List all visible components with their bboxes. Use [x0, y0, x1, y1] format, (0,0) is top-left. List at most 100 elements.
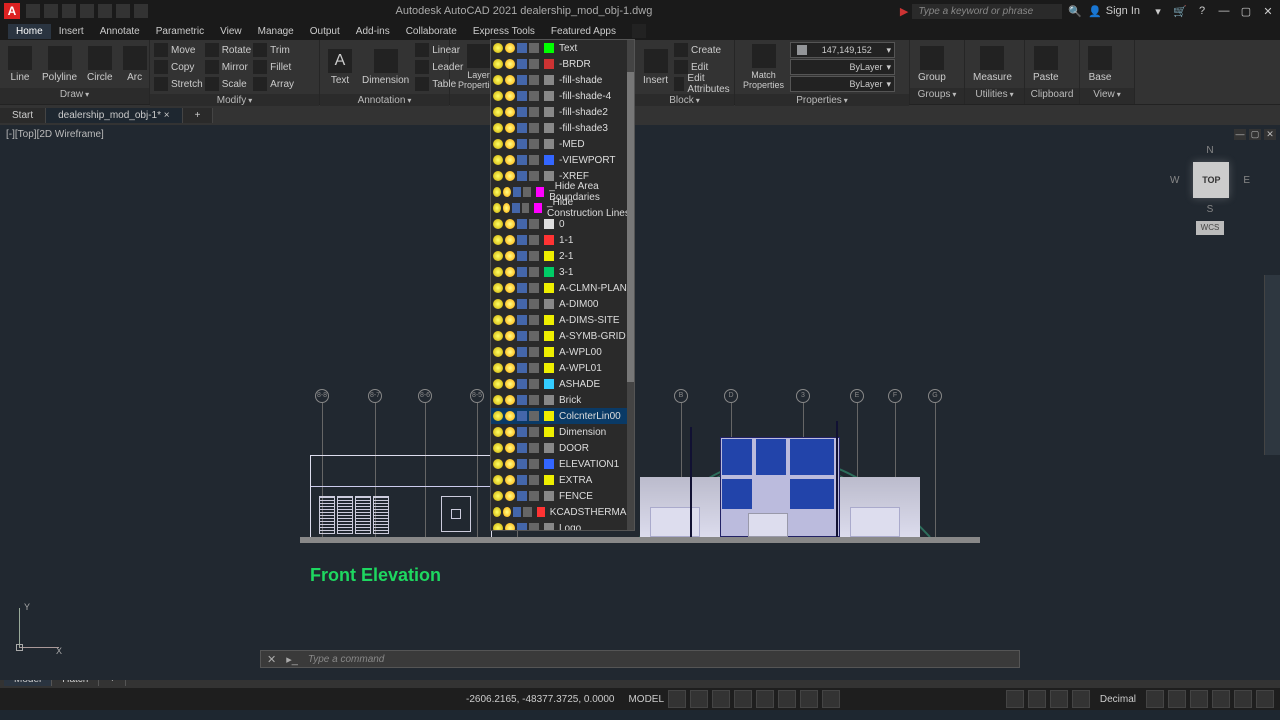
- freeze-icon[interactable]: [505, 235, 515, 245]
- match-properties-button[interactable]: Match Properties: [739, 42, 788, 92]
- user-icon[interactable]: 👤: [1088, 5, 1102, 18]
- plot-icon[interactable]: [529, 91, 539, 101]
- arc-button[interactable]: Arc: [119, 44, 151, 85]
- layer-item[interactable]: DOOR: [491, 440, 634, 456]
- lock-icon[interactable]: [517, 123, 527, 133]
- copy-button[interactable]: Copy: [154, 59, 203, 75]
- layer-item[interactable]: ASHADE: [491, 376, 634, 392]
- plot-icon[interactable]: [529, 251, 539, 261]
- bulb-icon[interactable]: [493, 91, 503, 101]
- layer-item[interactable]: KCADSTHERMAL: [491, 504, 634, 520]
- freeze-icon[interactable]: [505, 43, 515, 53]
- color-select[interactable]: 147,149,152▾: [790, 42, 895, 58]
- isolate-icon[interactable]: [1190, 690, 1208, 708]
- navigation-bar[interactable]: [1264, 275, 1280, 455]
- polyline-button[interactable]: Polyline: [38, 44, 81, 85]
- freeze-icon[interactable]: [505, 171, 515, 181]
- lock-icon[interactable]: [517, 427, 527, 437]
- lock-icon[interactable]: [517, 283, 527, 293]
- tab-annotate[interactable]: Annotate: [92, 24, 148, 39]
- layer-item[interactable]: -VIEWPORT: [491, 152, 634, 168]
- lock-icon[interactable]: [517, 379, 527, 389]
- lock-icon[interactable]: [517, 267, 527, 277]
- freeze-icon[interactable]: [505, 379, 515, 389]
- lock-icon[interactable]: [513, 507, 521, 517]
- qat-new-icon[interactable]: [26, 4, 40, 18]
- bulb-icon[interactable]: [493, 491, 503, 501]
- lock-icon[interactable]: [512, 203, 520, 213]
- scale-button[interactable]: Scale: [205, 76, 251, 92]
- linetype-select[interactable]: ByLayer▾: [790, 76, 895, 92]
- search-icon[interactable]: 🔍: [1068, 5, 1082, 18]
- freeze-icon[interactable]: [505, 475, 515, 485]
- scale-icon[interactable]: [1028, 690, 1046, 708]
- bulb-icon[interactable]: [493, 107, 503, 117]
- bulb-icon[interactable]: [493, 443, 503, 453]
- freeze-icon[interactable]: [505, 491, 515, 501]
- lock-icon[interactable]: [517, 251, 527, 261]
- plot-icon[interactable]: [529, 59, 539, 69]
- freeze-icon[interactable]: [505, 267, 515, 277]
- cmd-close-icon[interactable]: ✕: [261, 653, 282, 666]
- tab-parametric[interactable]: Parametric: [148, 24, 212, 39]
- layer-item[interactable]: Text: [491, 40, 634, 56]
- viewcube[interactable]: N WTOPE S WCS: [1170, 145, 1250, 235]
- layer-item[interactable]: A-WPL00: [491, 344, 634, 360]
- plot-icon[interactable]: [529, 139, 539, 149]
- freeze-icon[interactable]: [505, 347, 515, 357]
- bulb-icon[interactable]: [493, 507, 501, 517]
- search-input[interactable]: Type a keyword or phrase: [912, 4, 1062, 19]
- lock-icon[interactable]: [517, 43, 527, 53]
- layer-dropdown-list[interactable]: Text -BRDR -fill-shade -fill-shade-4 -fi…: [490, 39, 635, 531]
- layer-item[interactable]: -fill-shade-4: [491, 88, 634, 104]
- lock-icon[interactable]: [517, 107, 527, 117]
- layer-item[interactable]: Dimension: [491, 424, 634, 440]
- freeze-icon[interactable]: [505, 139, 515, 149]
- bulb-icon[interactable]: [493, 427, 503, 437]
- rotate-button[interactable]: Rotate: [205, 42, 251, 58]
- bulb-icon[interactable]: [493, 459, 503, 469]
- create-button[interactable]: Create: [674, 42, 733, 58]
- transparency-icon[interactable]: [822, 690, 840, 708]
- signin-link[interactable]: Sign In: [1106, 5, 1140, 17]
- plot-icon[interactable]: [529, 219, 539, 229]
- bulb-icon[interactable]: [493, 347, 503, 357]
- freeze-icon[interactable]: [503, 187, 511, 197]
- bulb-icon[interactable]: [493, 475, 503, 485]
- freeze-icon[interactable]: [503, 507, 511, 517]
- bulb-icon[interactable]: [493, 523, 503, 531]
- osnap-icon[interactable]: [756, 690, 774, 708]
- layer-item[interactable]: -MED: [491, 136, 634, 152]
- freeze-icon[interactable]: [505, 219, 515, 229]
- freeze-icon[interactable]: [505, 251, 515, 261]
- lock-icon[interactable]: [517, 395, 527, 405]
- lock-icon[interactable]: [513, 187, 521, 197]
- tab-close-icon[interactable]: ×: [164, 110, 170, 121]
- bulb-icon[interactable]: [493, 251, 503, 261]
- layer-item[interactable]: -fill-shade3: [491, 120, 634, 136]
- plot-icon[interactable]: [529, 523, 539, 531]
- wcs-badge[interactable]: WCS: [1196, 221, 1224, 235]
- lock-icon[interactable]: [517, 91, 527, 101]
- lock-icon[interactable]: [517, 347, 527, 357]
- fillet-button[interactable]: Fillet: [253, 59, 294, 75]
- annomon-icon[interactable]: [1072, 690, 1090, 708]
- plot-icon[interactable]: [529, 107, 539, 117]
- plot-icon[interactable]: [529, 299, 539, 309]
- lock-icon[interactable]: [517, 475, 527, 485]
- plot-icon[interactable]: [529, 283, 539, 293]
- plot-icon[interactable]: [529, 75, 539, 85]
- freeze-icon[interactable]: [505, 283, 515, 293]
- insert-button[interactable]: Insert: [639, 47, 672, 88]
- plot-icon[interactable]: [529, 171, 539, 181]
- command-line[interactable]: ✕ ▸_ Type a command: [260, 650, 1020, 668]
- bulb-icon[interactable]: [493, 283, 503, 293]
- layer-item[interactable]: 3-1: [491, 264, 634, 280]
- layer-item[interactable]: ELEVATION1: [491, 456, 634, 472]
- bulb-icon[interactable]: [493, 187, 501, 197]
- bulb-icon[interactable]: [493, 411, 503, 421]
- vp-close-icon[interactable]: ✕: [1264, 129, 1276, 140]
- bulb-icon[interactable]: [493, 59, 503, 69]
- tab-insert[interactable]: Insert: [51, 24, 92, 39]
- clean-icon[interactable]: [1234, 690, 1252, 708]
